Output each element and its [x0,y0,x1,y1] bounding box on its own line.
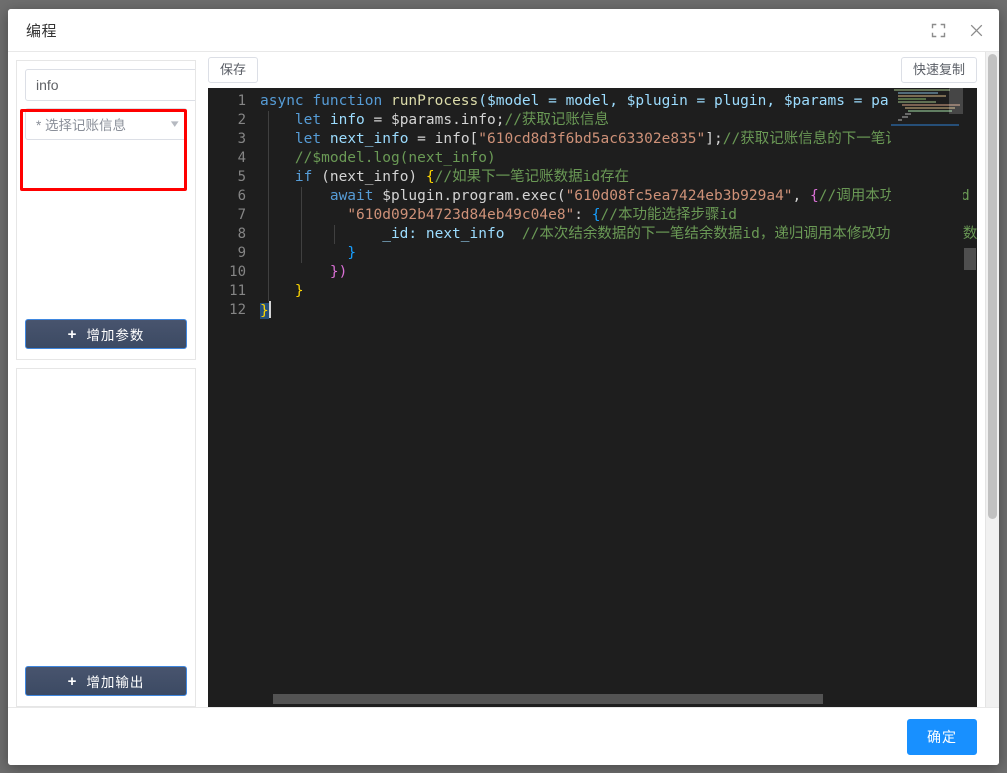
dialog-body: * 选择记账信息 ▾ + 增加参数 + 增加输出 [8,52,999,707]
token-comment: //获取记账信息 [504,112,609,128]
parameter-source-select[interactable]: * 选择记账信息 ▾ [25,108,187,140]
code-line: let next_info = info["610cd8d3f6bd5ac633… [260,130,977,149]
close-icon[interactable] [967,21,985,39]
plus-icon: + [67,325,78,343]
token-string: "610cd8d3f6bd5ac63302e835" [478,131,706,147]
chevron-down-icon: ▾ [171,117,180,130]
line-number: 1 [237,93,246,109]
confirm-button[interactable]: 确定 [907,718,977,755]
parameter-name-input[interactable] [25,69,195,101]
token-identifier: next_info [329,131,409,147]
line-number-gutter: 1 2 3 4 5 6 7 8 9 10 11 12 [208,88,260,707]
token-identifier: info [329,112,365,128]
token-comment: //$model.log(next_info) [294,150,496,166]
token-comment: //如果下一笔记账数据id存在 [434,169,630,185]
outputs-panel: + 增加输出 [16,368,196,707]
outputs-panel-footer: + 增加输出 [17,658,195,706]
line-number: 4 [237,150,246,166]
add-output-label: 增加输出 [86,675,145,690]
code-line: //$model.log(next_info) [260,149,977,168]
token-brace: } [294,283,304,299]
code-editor[interactable]: 1 2 3 4 5 6 7 8 9 10 11 12 async functio… [208,88,977,707]
parameters-panel-footer: + 增加参数 [17,311,195,359]
token-assign-end: ]; [705,131,723,147]
token-assign: = $params.info; [364,112,505,128]
parameters-panel: * 选择记账信息 ▾ + 增加参数 [16,60,196,360]
dialog-vertical-scroll-thumb [988,54,997,519]
line-number: 8 [237,226,246,242]
token-keyword: await [329,188,374,204]
page-title: 编程 [26,22,58,40]
token-keyword: function [312,93,383,109]
code-line: await $plugin.program.exec("610d08fc5ea7… [260,187,977,206]
line-number: 5 [237,169,246,185]
code-line: let info = $params.info;//获取记账信息 [260,111,977,130]
minimap-scroll-thumb[interactable] [949,88,963,114]
code-line: } [260,282,977,301]
token-comment: //本功能选择步骤id [600,207,737,223]
code-line: if (next_info) {//如果下一笔记账数据id存在 [260,168,977,187]
token-brace: { [591,207,601,223]
code-line: } [260,301,977,320]
add-parameter-button[interactable]: + 增加参数 [25,319,187,349]
outputs-list [17,369,195,658]
token-string: "610d092b4723d84eb49c04e8" [347,207,575,223]
token-brace: { [810,188,819,204]
line-number: 12 [229,302,246,318]
token-brace: }) [329,264,348,280]
token-comma: , [792,188,811,204]
expand-fullscreen-icon[interactable] [929,21,947,39]
save-button[interactable]: 保存 [208,57,259,83]
line-number: 9 [237,245,246,261]
line-number: 3 [237,131,246,147]
programming-dialog: 编程 info * 选择记账信息 ▾ + 增加参数 + 增加输出 保存 快速复制… [8,9,999,765]
left-sidebar: * 选择记账信息 ▾ + 增加参数 + 增加输出 [8,52,204,707]
add-parameter-label: 增加参数 [86,328,145,343]
dialog-footer: 确定 [8,707,999,765]
add-output-button[interactable]: + 增加输出 [25,666,187,696]
line-number: 11 [229,283,246,299]
token-brace: } [260,303,269,319]
line-number: 7 [237,207,246,223]
text-cursor [268,301,271,318]
token-assign: = info[ [408,131,479,147]
editor-vertical-scrollbar[interactable] [963,88,977,707]
token-keyword: if [294,169,313,185]
token-keyword: let [294,112,322,128]
code-line: _id: next_info //本次结余数据的下一笔结余数据id，递归调用本修… [260,225,977,244]
token-params: ($model = model, $plugin = plugin, $para… [478,93,933,109]
dialog-header-actions [929,21,985,39]
editor-minimap[interactable] [891,88,963,707]
dialog-vertical-scrollbar[interactable] [985,52,999,707]
editor-column: 保存 快速复制 1 2 3 4 5 6 7 8 9 10 11 12 async… [204,52,999,707]
token-colon: : [574,207,592,223]
plus-icon: + [67,672,78,690]
code-line: async function runProcess($model = model… [260,92,977,111]
token-call: $plugin.program.exec( [373,188,566,204]
editor-toolbar: 保存 快速复制 [208,52,999,88]
parameters-list: * 选择记账信息 ▾ [17,61,195,311]
dialog-header: 编程 [8,9,999,52]
line-number: 2 [237,112,246,128]
token-keyword: async [260,93,304,109]
parameter-source-value: * 选择记账信息 [36,118,127,133]
token-property: _id: next_info [382,226,505,242]
token-brace: } [347,245,357,261]
token-keyword: let [294,131,322,147]
quick-copy-button[interactable]: 快速复制 [900,57,977,83]
parameter-row [25,69,195,101]
token-string: "610d08fc5ea7424eb3b929a4" [565,188,793,204]
code-content[interactable]: async function runProcess($model = model… [260,88,977,707]
editor-vertical-scroll-thumb [964,248,976,270]
code-line: } [260,244,977,263]
line-number: 6 [237,188,246,204]
token-function-name: runProcess [390,93,479,109]
token-condition: (next_info) [312,169,426,185]
line-number: 10 [229,264,246,280]
token-brace: { [425,169,435,185]
code-line: "610d092b4723d84eb49c04e8": {//本功能选择步骤id [260,206,977,225]
code-line: }) [260,263,977,282]
